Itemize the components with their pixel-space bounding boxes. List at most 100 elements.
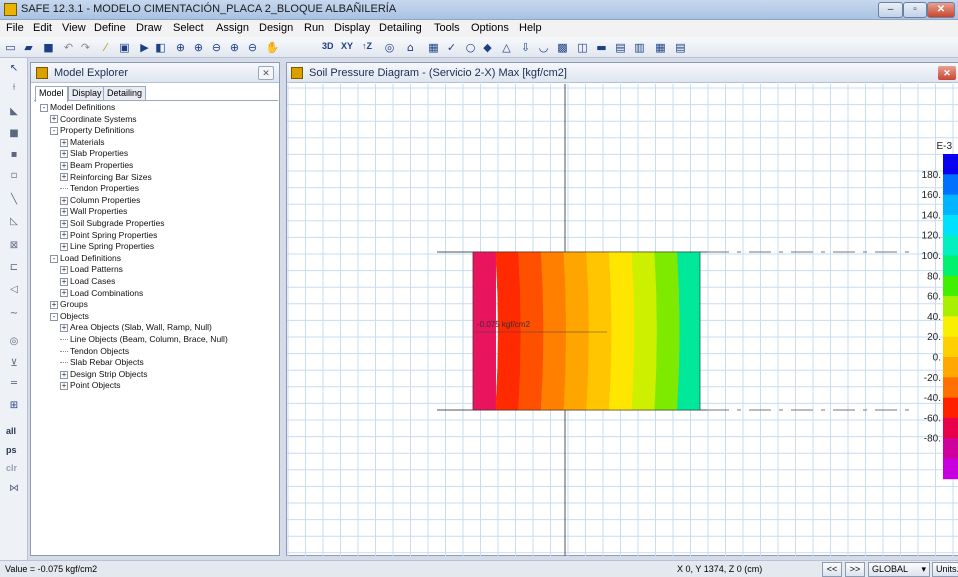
expand-icon[interactable]: + — [60, 289, 68, 298]
tree-item[interactable]: + Area Objects (Slab, Wall, Ramp, Null) — [60, 322, 212, 333]
menu-display[interactable]: Display — [334, 22, 370, 34]
view-xy-button[interactable]: XY — [341, 41, 353, 51]
load-arrow-icon[interactable]: ⇩ — [517, 39, 534, 56]
tree-item[interactable]: + Wall Properties — [60, 206, 127, 217]
save-icon[interactable]: ■ — [40, 39, 57, 56]
draw-beam-icon[interactable]: ◺ — [5, 214, 23, 230]
tree-item[interactable]: + Line Spring Properties — [60, 241, 154, 252]
menu-define[interactable]: Define — [94, 22, 126, 34]
snap-icon[interactable]: ═ — [5, 376, 23, 392]
expand-icon[interactable]: + — [60, 266, 68, 275]
collapse-icon[interactable]: - — [50, 312, 58, 321]
tree-item[interactable]: + Load Cases — [60, 276, 115, 287]
expand-icon[interactable]: + — [60, 382, 68, 391]
previous-button[interactable]: << — [822, 562, 842, 577]
triangle-icon[interactable]: △ — [498, 39, 515, 56]
expand-icon[interactable]: + — [60, 231, 68, 240]
collapse-icon[interactable]: - — [50, 254, 58, 263]
view-3d-button[interactable]: 3D — [322, 41, 334, 51]
select-all-button[interactable]: all — [6, 426, 16, 436]
draw-wall-icon[interactable]: ⊏ — [5, 260, 23, 276]
maximize-button[interactable]: ▫ — [903, 2, 927, 18]
soil-pressure-plot[interactable]: -0.075 kgf/cm2 E-3 180. 160. 140. 120. 100. 80.… — [287, 84, 958, 556]
draw-column-icon[interactable]: ▪ — [5, 147, 23, 163]
next-button[interactable]: >> — [845, 562, 865, 577]
menu-draw[interactable]: Draw — [136, 22, 162, 34]
intersecting-line-icon[interactable]: ⋈ — [5, 481, 23, 497]
tree-item[interactable]: - Objects — [50, 311, 89, 322]
clear-selection-button[interactable]: clr — [6, 463, 17, 473]
expand-icon[interactable]: + — [50, 115, 58, 124]
draw-point-icon[interactable]: ▫ — [5, 168, 23, 184]
close-button[interactable]: ✕ — [927, 2, 955, 18]
menu-run[interactable]: Run — [304, 22, 324, 34]
tree-item[interactable]: Tendon Objects — [60, 346, 129, 357]
expand-icon[interactable]: + — [60, 324, 68, 333]
units-button[interactable]: Units... — [932, 562, 958, 577]
zoom-full-icon[interactable]: ⊕ — [226, 39, 243, 56]
draw-opening-icon[interactable]: ◎ — [5, 334, 23, 350]
run-icon[interactable]: ▶ — [136, 39, 153, 56]
expand-icon[interactable]: + — [60, 277, 68, 286]
tree-item[interactable]: + Point Objects — [60, 380, 121, 391]
table-icon[interactable]: ▦ — [652, 39, 669, 56]
deformed-shape-icon[interactable]: ◆ — [479, 39, 496, 56]
rotate-icon[interactable]: ◎ — [381, 39, 398, 56]
expand-icon[interactable]: + — [60, 161, 68, 170]
collapse-icon[interactable]: - — [40, 103, 48, 112]
tree-item[interactable]: + Materials — [60, 137, 104, 148]
tree-item[interactable]: Line Objects (Beam, Column, Brace, Null) — [60, 334, 228, 345]
tree-item[interactable]: Slab Rebar Objects — [60, 357, 144, 368]
tab-detailing[interactable]: Detailing — [103, 86, 147, 101]
model-explorer-close-button[interactable]: ✕ — [258, 66, 274, 80]
tab-model[interactable]: Model — [35, 86, 68, 102]
undo-icon[interactable]: ↶ — [60, 39, 77, 56]
tree-item[interactable]: + Load Combinations — [60, 288, 143, 299]
draw-tendon-icon[interactable]: ∼ — [5, 306, 23, 322]
tree-item[interactable]: Tendon Properties — [60, 183, 139, 194]
lock-icon[interactable]: ▣ — [116, 39, 133, 56]
expand-icon[interactable]: + — [60, 208, 68, 217]
select-grid-icon[interactable]: ⊞ — [5, 398, 23, 414]
new-file-icon[interactable]: ▭ — [2, 39, 19, 56]
pointer-icon[interactable]: ↖ — [5, 61, 23, 77]
expand-icon[interactable]: + — [60, 242, 68, 251]
coordinate-system-dropdown[interactable]: GLOBAL ▾ — [868, 562, 930, 577]
tab-display[interactable]: Display — [68, 86, 106, 101]
zoom-out-icon[interactable]: ⊖ — [208, 39, 225, 56]
draw-strip-icon[interactable]: ⊠ — [5, 238, 23, 254]
tree-item[interactable]: + Soil Subgrade Properties — [60, 218, 165, 229]
expand-icon[interactable]: + — [50, 300, 58, 309]
reactions-icon[interactable]: ◡ — [535, 39, 552, 56]
tree-item[interactable]: + Beam Properties — [60, 160, 133, 171]
open-folder-icon[interactable]: ▰ — [20, 39, 37, 56]
grid-icon[interactable]: ▦ — [425, 39, 442, 56]
minimize-button[interactable]: – — [878, 2, 903, 18]
zoom-in-icon[interactable]: ⊕ — [190, 39, 207, 56]
expand-icon[interactable]: + — [60, 196, 68, 205]
expand-icon[interactable]: + — [60, 370, 68, 379]
tree-item[interactable]: - Load Definitions — [50, 253, 121, 264]
strip-forces-icon[interactable]: ◫ — [574, 39, 591, 56]
punching-icon[interactable]: ▤ — [612, 39, 629, 56]
perspective-icon[interactable]: ⌂ — [402, 39, 419, 56]
expand-icon[interactable]: + — [60, 173, 68, 182]
collapse-icon[interactable]: - — [50, 126, 58, 135]
previous-selection-button[interactable]: ps — [6, 445, 17, 455]
tree-item[interactable]: + Column Properties — [60, 195, 140, 206]
menu-view[interactable]: View — [62, 22, 86, 34]
view-z-button[interactable]: ↑Z — [362, 41, 372, 51]
menu-file[interactable]: File — [6, 22, 24, 34]
menu-edit[interactable]: Edit — [33, 22, 52, 34]
check-icon[interactable]: ✓ — [443, 39, 460, 56]
tree-item[interactable]: + Reinforcing Bar Sizes — [60, 172, 152, 183]
menu-select[interactable]: Select — [173, 22, 204, 34]
slab-forces-icon[interactable]: ▩ — [554, 39, 571, 56]
menu-detailing[interactable]: Detailing — [379, 22, 422, 34]
tree-item[interactable]: + Design Strip Objects — [60, 369, 147, 380]
drawing-canvas[interactable]: -0.075 kgf/cm2 E-3 180. 160. 140. 120. 100. 80.… — [287, 84, 958, 556]
tree-item[interactable]: - Model Definitions — [40, 102, 115, 113]
menu-assign[interactable]: Assign — [216, 22, 249, 34]
expand-icon[interactable]: + — [60, 138, 68, 147]
redo-icon[interactable]: ↷ — [77, 39, 94, 56]
